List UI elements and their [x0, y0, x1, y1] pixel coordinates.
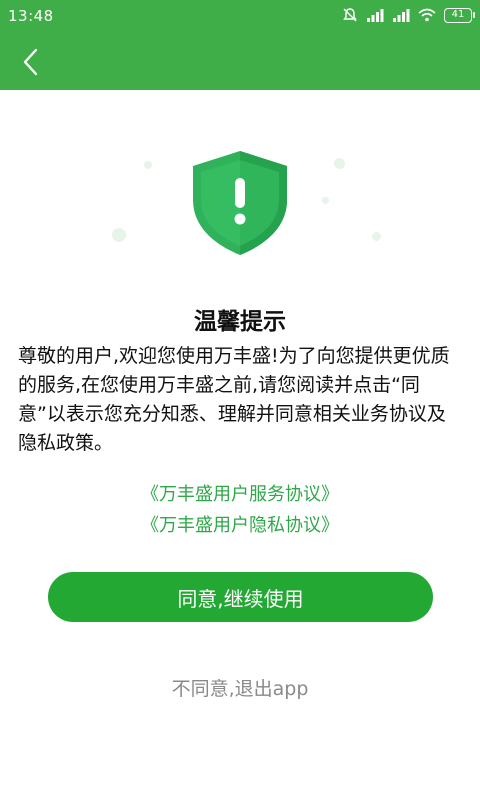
battery-icon: 41 — [444, 7, 475, 23]
dialog-message: 尊敬的用户,欢迎您使用万丰盛!为了向您提供更优质的服务,在您使用万丰盛之前,请您… — [18, 345, 450, 454]
status-icons: 41 — [342, 7, 475, 23]
decor-dot — [372, 232, 381, 241]
decor-dot — [144, 161, 152, 169]
privacy-agreement-link[interactable]: 《万丰盛用户隐私协议》 — [0, 511, 480, 537]
mute-icon — [343, 8, 357, 22]
decor-dot — [334, 158, 345, 169]
agree-button[interactable]: 同意,继续使用 — [48, 572, 433, 622]
app-header: 13:48 41 — [0, 0, 480, 90]
status-time: 13:48 — [8, 7, 54, 25]
chevron-left-icon[interactable] — [18, 46, 46, 78]
signal-icon-1 — [367, 9, 384, 22]
status-bar: 13:48 41 — [0, 0, 480, 32]
decor-dot — [112, 228, 126, 242]
decor-dot — [322, 197, 329, 204]
warning-shield-icon — [175, 148, 305, 258]
disagree-exit-link[interactable]: 不同意,退出app — [0, 674, 480, 701]
dialog-title: 温馨提示 — [194, 309, 286, 335]
wifi-icon — [418, 8, 436, 22]
service-agreement-link[interactable]: 《万丰盛用户服务协议》 — [0, 480, 480, 506]
signal-icon-2 — [393, 9, 410, 22]
